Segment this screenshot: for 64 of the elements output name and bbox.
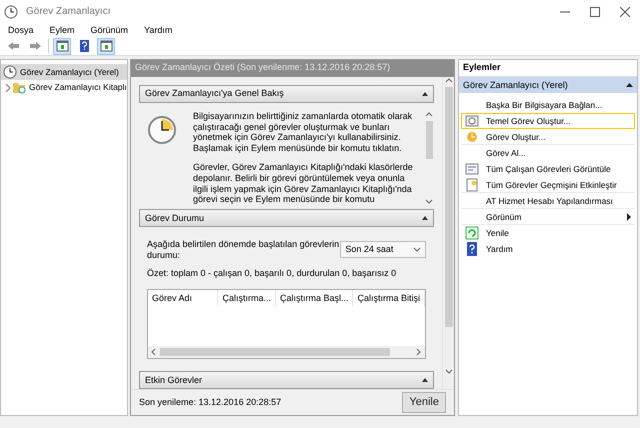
actions-group-header[interactable]: Görev Zamanlayıcı (Yerel) — [459, 77, 637, 93]
action-item[interactable]: Yardım — [461, 241, 635, 257]
scroll-left-icon[interactable] — [150, 348, 156, 356]
window-title: Görev Zamanlayıcı — [26, 6, 112, 18]
action-item[interactable]: Yenile — [461, 225, 635, 241]
overview-paragraph: Bilgisayarınızın belirttiğiniz zamanlarda otomatik olarak çalıştıracağı genel görevler oluşturmak ve bunları yönetmek için Görev Zamanlayıcı'yı kullanabilirsiniz. Başlamak için Eylem menüsünde bir komutu tıklatın. — [193, 110, 414, 154]
column-header[interactable]: Çalıştırma Bitişi — [353, 290, 425, 308]
action-item[interactable]: Başka Bir Bilgisayara Bağlan... — [461, 97, 635, 113]
action-item[interactable]: Tüm Çalışan Görevleri Görüntüle — [461, 161, 635, 177]
period-dropdown[interactable]: Son 24 saat — [340, 241, 426, 258]
scroll-right-icon[interactable] — [416, 348, 422, 356]
summary-title: Görev Zamanlayıcı Özeti (Son yenilenme: 13.12.2016 20:28:57) — [131, 60, 454, 77]
task-icon — [465, 130, 479, 144]
action-pane-icon[interactable] — [100, 40, 112, 52]
collapse-icon[interactable] — [422, 378, 428, 382]
scrollbar-thumb[interactable] — [444, 87, 452, 327]
column-header[interactable]: Çalıştırma... — [218, 290, 276, 308]
refresh-button[interactable]: Yenile — [402, 392, 446, 413]
tree-item[interactable]: Görev Zamanlayıcı Kitaplı — [1, 80, 127, 95]
wizard-icon — [465, 114, 479, 128]
history-icon — [465, 178, 479, 192]
last-refresh-text: Son yenileme: 13.12.2016 20:28:57 — [139, 397, 282, 408]
section-header[interactable]: Etkin Görevler — [139, 371, 434, 390]
scroll-up-icon[interactable] — [444, 77, 452, 83]
section-header[interactable]: Görev Zamanlayıcı'ya Genel Bakış — [139, 85, 434, 103]
help-icon[interactable] — [78, 40, 90, 52]
collapse-icon[interactable] — [422, 216, 428, 220]
menu-item[interactable]: Dosya — [8, 25, 34, 36]
action-item[interactable]: Görünüm — [461, 209, 635, 225]
close-icon[interactable] — [620, 7, 630, 17]
tree-item[interactable]: Görev Zamanlayıcı (Yerel) — [1, 64, 127, 80]
chevron-right-icon[interactable] — [4, 84, 11, 92]
action-item[interactable]: Temel Görev Oluştur... — [461, 113, 635, 129]
task-list-icon — [465, 162, 479, 176]
refresh-icon — [465, 226, 479, 240]
column-header[interactable]: Görev Adı — [148, 290, 218, 308]
action-item[interactable]: Görev Al... — [461, 145, 635, 161]
scrollbar-thumb[interactable] — [426, 120, 432, 159]
console-tree-icon[interactable] — [56, 40, 68, 52]
caret-icon — [413, 247, 421, 252]
clock-icon — [4, 5, 18, 19]
action-item[interactable]: Görev Oluştur... — [461, 129, 635, 145]
action-item[interactable]: AT Hizmet Hesabı Yapılandırması — [461, 193, 635, 209]
folder-icon — [12, 81, 26, 94]
column-header[interactable]: Çalıştırma Başl... — [276, 290, 354, 308]
section-header[interactable]: Görev Durumu — [139, 209, 434, 227]
overview-paragraph: Görevler, Görev Zamanlayıcı Kitaplığı'ndaki klasörlerde depolanır. Belirli bir görevi görüntülemek veya onunla ilgili işlem yapmak için Görev Zamanlayıcı Kitaplığı'nda görevi seçin ve Eylem menüsünde bir komutu — [193, 162, 414, 206]
collapse-icon[interactable] — [626, 83, 633, 87]
maximize-icon[interactable] — [590, 7, 600, 17]
scroll-down-icon[interactable] — [425, 199, 433, 206]
menu-item[interactable]: Yardım — [144, 25, 172, 36]
menu-item[interactable]: Eylem — [50, 25, 75, 36]
action-item[interactable]: Tüm Görevler Geçmişini Etkinleştir — [461, 177, 635, 193]
submenu-arrow-icon — [627, 213, 631, 221]
scroll-down-icon[interactable] — [444, 369, 452, 375]
help-icon — [465, 242, 479, 256]
scrollbar-thumb[interactable] — [160, 348, 390, 356]
menu-item[interactable]: Görünüm — [90, 25, 128, 36]
status-summary: Özet: toplam 0 - çalışan 0, başarılı 0, durdurulan 0, başarısız 0 — [147, 268, 398, 280]
collapse-icon[interactable] — [422, 92, 428, 96]
clock-icon — [147, 114, 177, 145]
clock-icon — [3, 65, 17, 79]
scroll-up-icon[interactable] — [425, 110, 433, 117]
period-label: Aşağıda belirtilen dönemde başlatılan görevlerin durumu: — [147, 238, 340, 260]
